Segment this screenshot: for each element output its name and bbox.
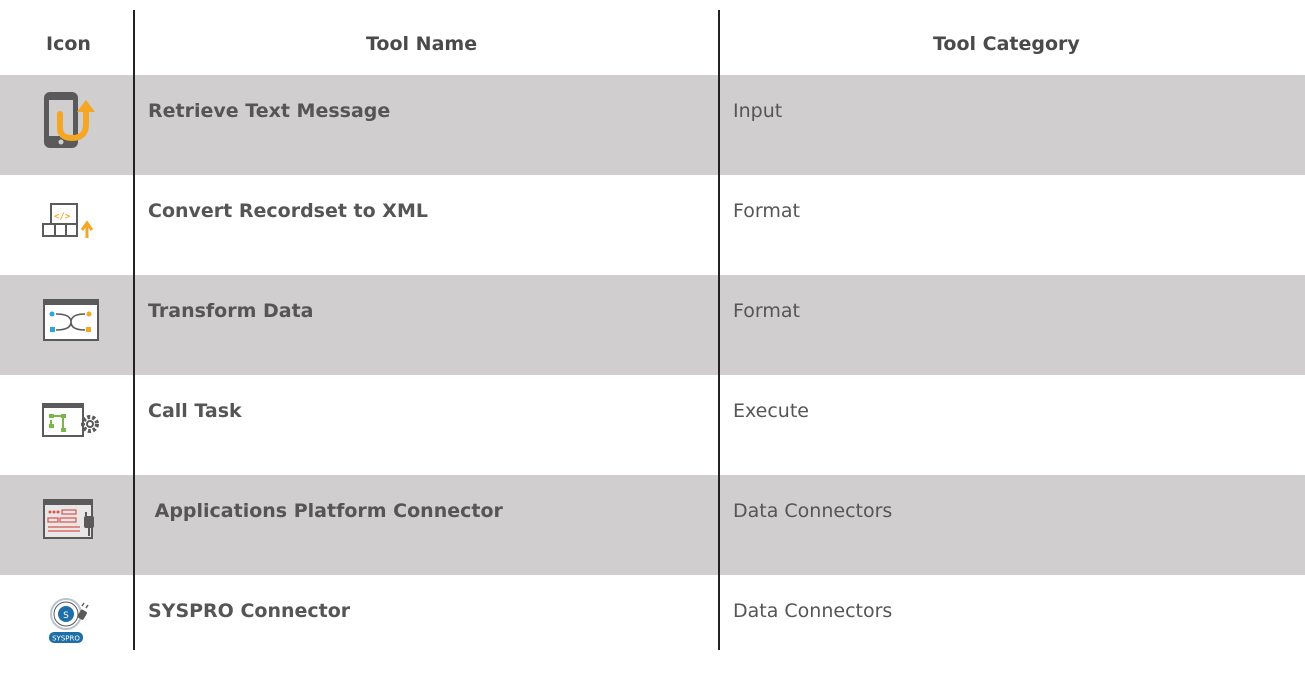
svg-text:S: S [63,611,69,621]
table-row: </> Convert Recordset to XML Format [0,175,1305,275]
syspro-connector-icon: S SYSPRO [36,585,106,655]
syspro-logo-text: SYSPRO [52,635,80,643]
transform-data-icon [36,285,106,355]
tool-name: SYSPRO Connector [148,600,351,622]
table-row: Transform Data Format [0,275,1305,375]
tool-category: Format [733,200,800,222]
table-row: Call Task Execute [0,375,1305,475]
column-divider [718,10,720,650]
svg-text:</>: </> [54,212,71,222]
tool-name: Call Task [148,400,242,422]
xml-convert-icon: </> [36,185,106,255]
call-task-icon [36,385,106,455]
tool-category: Data Connectors [733,600,893,622]
table-header: Icon Tool Name Tool Category [0,0,1305,75]
tool-name: Applications Platform Connector [148,500,503,522]
tool-name: Transform Data [148,300,314,322]
tool-category: Input [733,100,783,122]
tool-name: Convert Recordset to XML [148,200,428,222]
applications-platform-connector-icon [36,485,106,555]
table-row: Retrieve Text Message Input [0,75,1305,175]
column-divider [133,10,135,650]
tool-category: Format [733,300,800,322]
tool-category: Data Connectors [733,500,893,522]
table-row: S SYSPRO SYSPRO Connector Data Connector… [0,575,1305,675]
header-tool-category: Tool Category [933,33,1080,55]
header-icon: Icon [46,33,91,55]
tool-category: Execute [733,400,809,422]
tool-name: Retrieve Text Message [148,100,391,122]
header-tool-name: Tool Name [366,33,478,55]
mobile-retrieve-icon [36,85,106,155]
table-row: Applications Platform Connector Data Con… [0,475,1305,575]
